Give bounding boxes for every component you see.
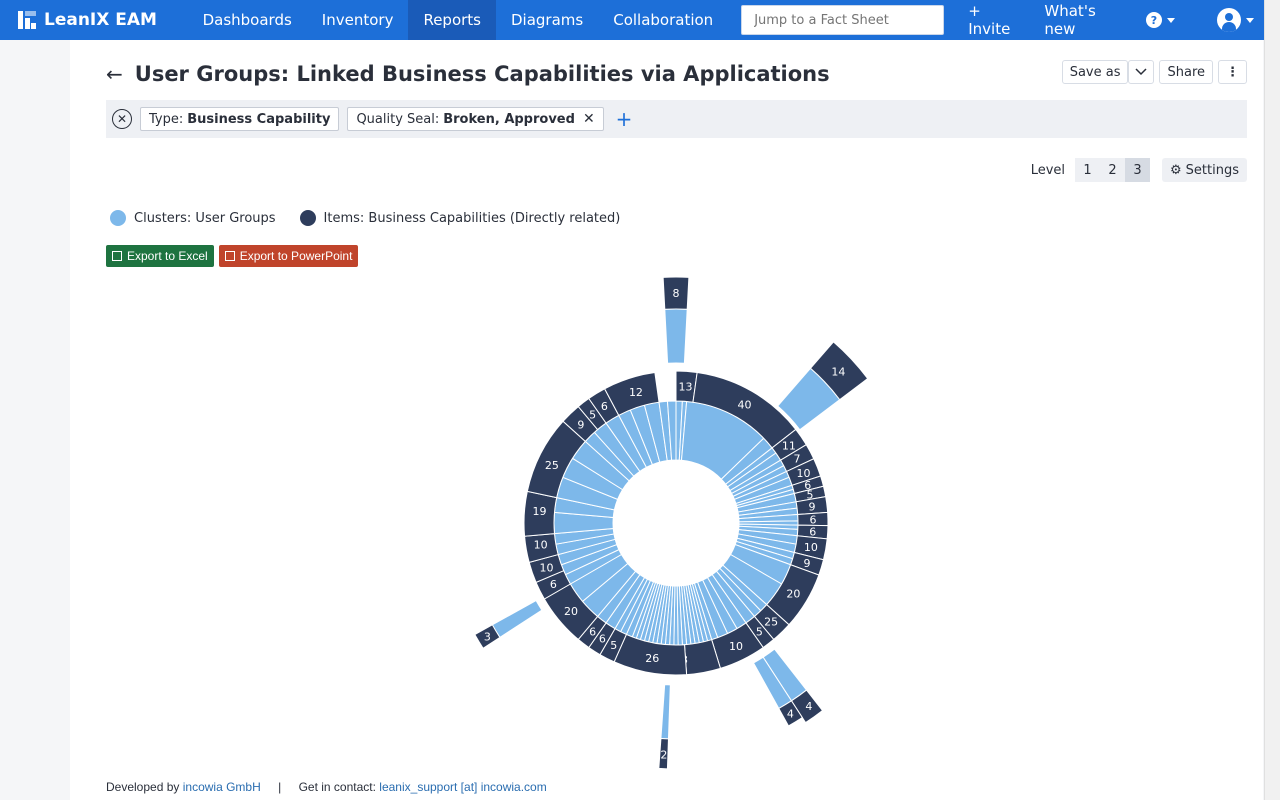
item-segment-label: 9 (808, 500, 815, 513)
sunburst-chart: 1340117106596610920255108265662061010192… (474, 276, 869, 770)
item-segment-label: 10 (539, 562, 553, 575)
extended-item-label: 4 (805, 700, 812, 713)
item-segment-label: 25 (764, 616, 778, 629)
item-segment-label: 9 (577, 418, 584, 431)
item-segment-label: 7 (793, 453, 800, 466)
item-segment-label: 13 (679, 380, 693, 393)
item-segment-label: 6 (809, 525, 816, 538)
item-segment-label: 6 (589, 626, 596, 639)
extended-item-label: 8 (673, 287, 680, 300)
item-segment-label: 9 (804, 557, 811, 570)
extended-item-label: 14 (831, 366, 845, 379)
item-segment-label: 26 (645, 652, 659, 665)
item-segment-label: 20 (564, 605, 578, 618)
item-segment-label: 12 (629, 386, 643, 399)
item-segment-label: 10 (796, 467, 810, 480)
item-segment-label: 40 (738, 398, 752, 411)
item-segment-label: 5 (589, 408, 596, 421)
extended-cluster-segment[interactable] (660, 684, 671, 740)
item-segment-label: 6 (550, 578, 557, 591)
item-segment-label: 20 (786, 588, 800, 601)
item-segment-label: 5 (610, 639, 617, 652)
extended-item-label: 4 (787, 707, 794, 720)
extended-cluster-segment[interactable] (491, 599, 543, 639)
item-segment-label: 10 (534, 538, 548, 551)
extended-item-label: 2 (660, 749, 667, 762)
item-segment-label: 11 (782, 439, 796, 452)
extended-item-label: 3 (484, 630, 491, 643)
extended-cluster-segment[interactable] (664, 308, 688, 364)
item-segment-label: 5 (756, 626, 763, 639)
item-segment-label: 6 (601, 400, 608, 413)
item-segment-label: 10 (729, 640, 743, 653)
item-segment-label: 6 (599, 633, 606, 646)
item-segment-label: 25 (545, 459, 559, 472)
item-segment-label: 19 (533, 505, 547, 518)
item-segment-label: 10 (804, 541, 818, 554)
